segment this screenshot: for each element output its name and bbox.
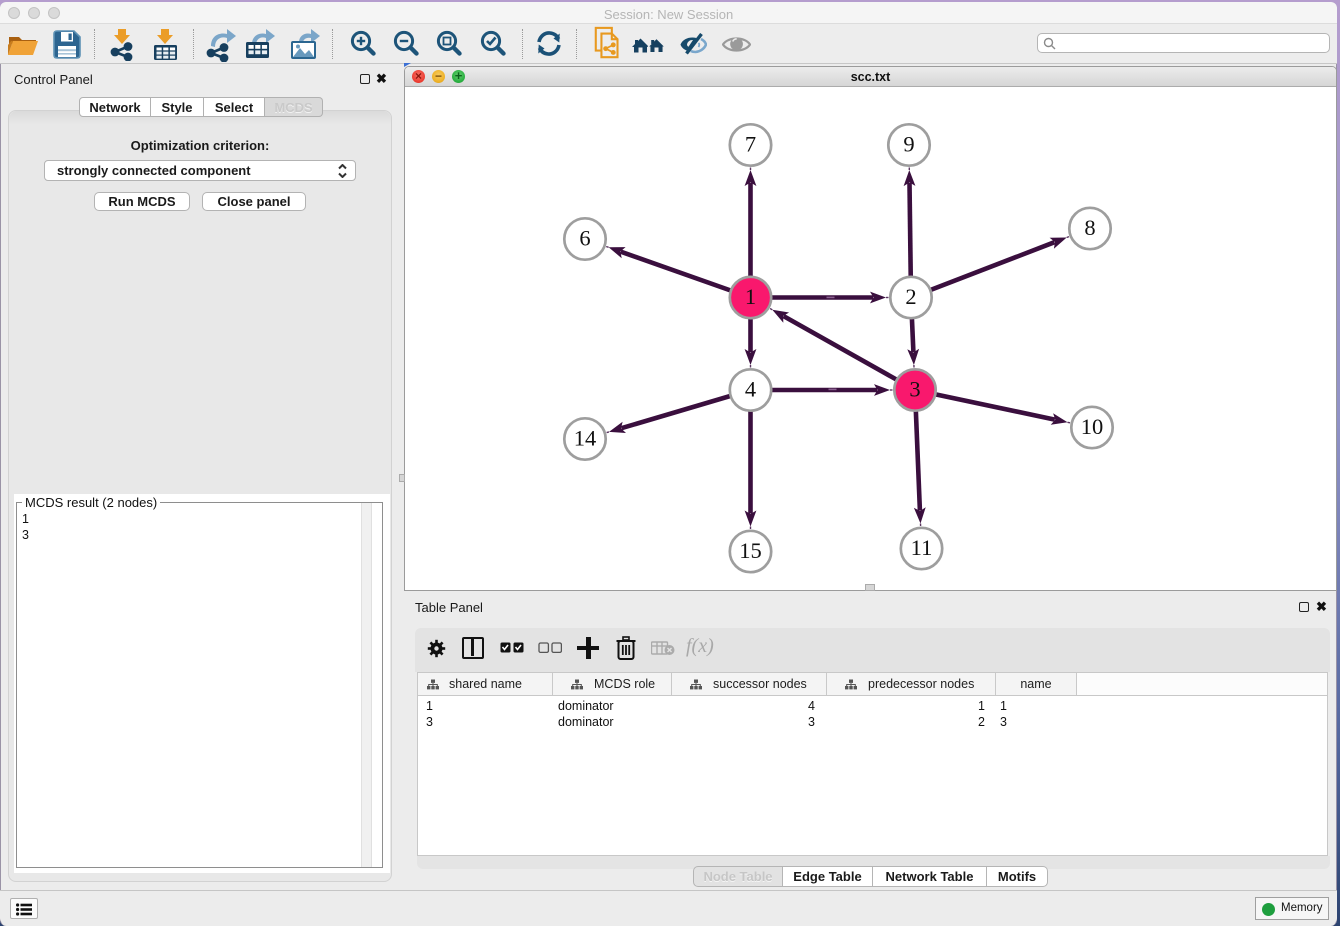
svg-text:10: 10 bbox=[1081, 414, 1104, 439]
svg-text:6: 6 bbox=[579, 226, 590, 251]
svg-text:9: 9 bbox=[903, 132, 914, 157]
svg-text:3: 3 bbox=[909, 377, 920, 402]
svg-text:15: 15 bbox=[739, 538, 762, 563]
svg-text:1: 1 bbox=[745, 284, 756, 309]
svg-text:7: 7 bbox=[745, 132, 756, 157]
svg-text:11: 11 bbox=[911, 535, 933, 560]
svg-text:8: 8 bbox=[1084, 215, 1095, 240]
svg-text:4: 4 bbox=[745, 377, 756, 402]
svg-text:14: 14 bbox=[574, 426, 597, 451]
svg-text:2: 2 bbox=[905, 284, 916, 309]
